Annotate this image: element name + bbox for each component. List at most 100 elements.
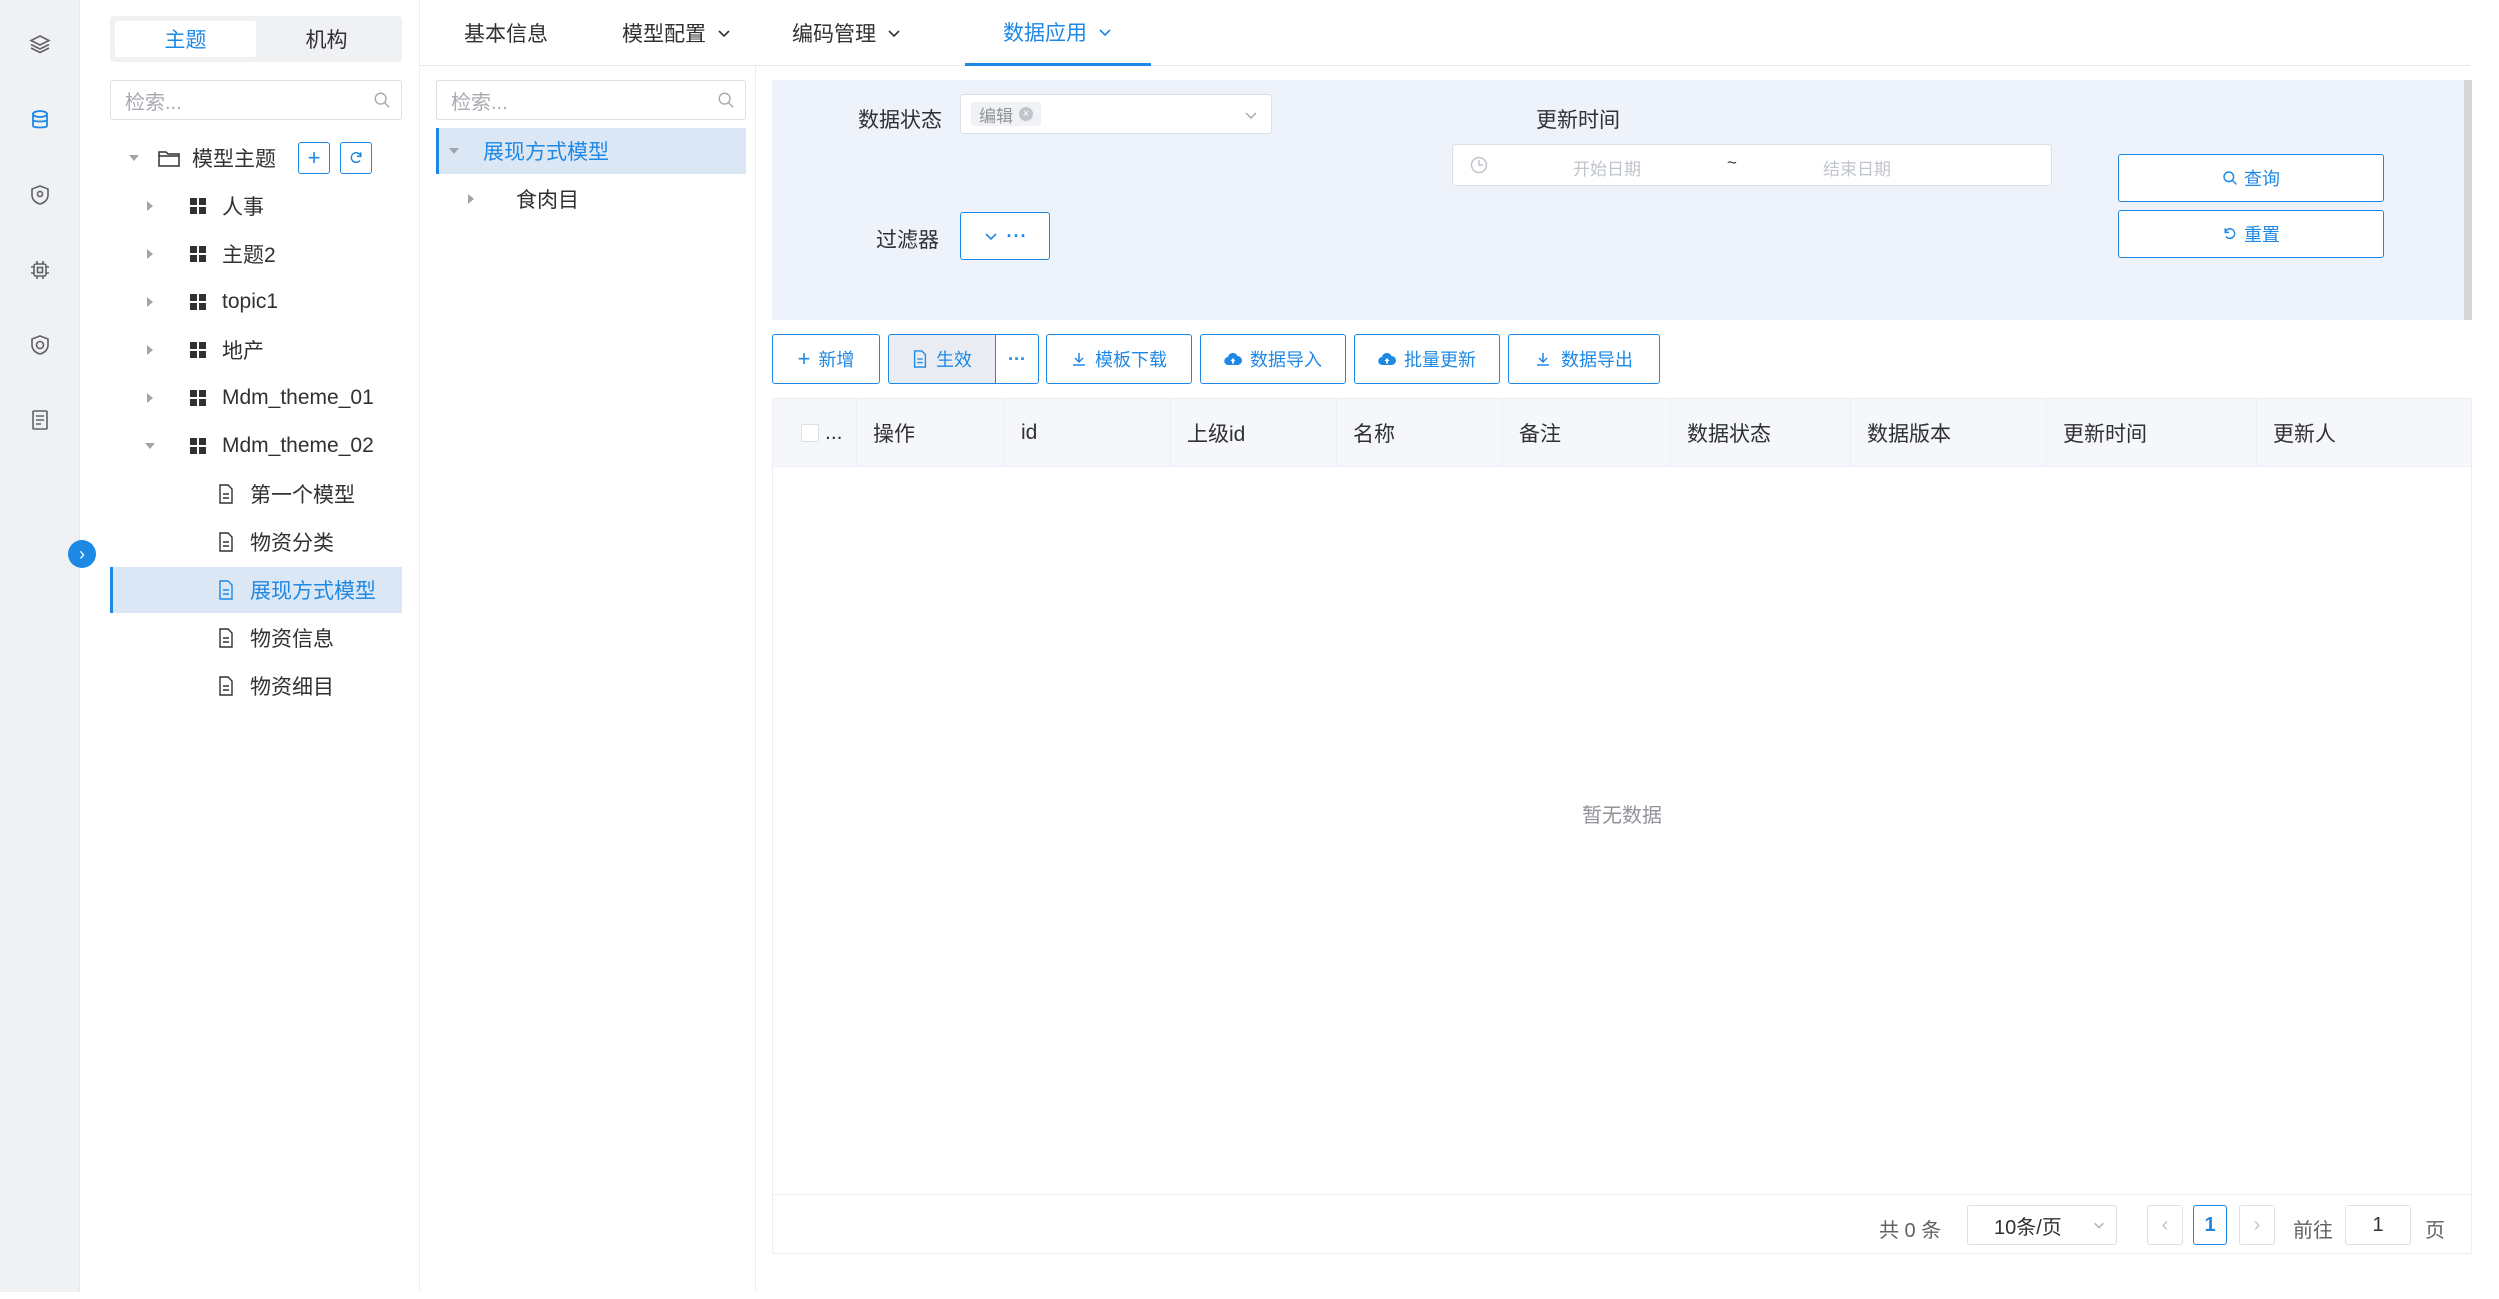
- tab-code-management[interactable]: 编码管理: [762, 0, 932, 66]
- tree-item-label: Mdm_theme_02: [222, 434, 374, 457]
- template-download-button[interactable]: 模板下载: [1046, 334, 1192, 384]
- total-count: 共 0 条: [1879, 1220, 1942, 1242]
- expand-panel-button[interactable]: ›: [68, 540, 96, 568]
- tree-item-theme[interactable]: Mdm_theme_01: [110, 375, 402, 421]
- search-placeholder: 检索...: [125, 91, 182, 114]
- caret-right-icon[interactable]: [147, 345, 153, 355]
- select-all-column[interactable]: ...: [773, 399, 857, 467]
- tree-item-theme[interactable]: 地产: [110, 327, 402, 373]
- prev-page-button[interactable]: ‹: [2147, 1205, 2183, 1245]
- security-icon[interactable]: [26, 331, 54, 359]
- tree-root-label: 模型主题: [192, 148, 276, 171]
- refresh-button[interactable]: [340, 142, 372, 174]
- tab-org[interactable]: 机构: [256, 21, 397, 57]
- column-header-update-time[interactable]: 更新时间: [2047, 399, 2257, 467]
- tree-item-model[interactable]: 物资细目: [110, 663, 402, 709]
- status-select[interactable]: 编辑 ×: [960, 94, 1272, 134]
- refresh-icon: [350, 152, 362, 164]
- data-import-button[interactable]: 数据导入: [1200, 334, 1346, 384]
- tab-basic-info[interactable]: 基本信息: [420, 0, 592, 66]
- goto-page-input[interactable]: 1: [2345, 1205, 2411, 1245]
- column-header-updater[interactable]: 更新人: [2257, 399, 2471, 467]
- tree-item-label: 展现方式模型: [250, 580, 376, 603]
- caret-right-icon[interactable]: [147, 393, 153, 403]
- top-tabs: 基本信息 模型配置 编码管理 数据应用: [420, 0, 2470, 66]
- reset-button[interactable]: 重置: [2118, 210, 2384, 258]
- record-tree-root[interactable]: 展现方式模型: [436, 128, 746, 174]
- add-theme-button[interactable]: +: [298, 142, 330, 174]
- record-root-label: 展现方式模型: [483, 141, 609, 164]
- chip-icon[interactable]: [26, 256, 54, 284]
- grid-icon: [190, 342, 206, 358]
- layers-icon[interactable]: [26, 30, 54, 58]
- caret-right-icon[interactable]: [147, 201, 153, 211]
- tree-item-label: 人事: [222, 196, 264, 219]
- caret-down-icon[interactable]: [145, 443, 155, 449]
- more-actions-button[interactable]: ···: [995, 334, 1039, 384]
- template-download-label: 模板下载: [1095, 350, 1167, 370]
- tree-item-model[interactable]: 物资分类: [110, 519, 402, 565]
- data-export-button[interactable]: 数据导出: [1508, 334, 1660, 384]
- tab-label: 基本信息: [464, 23, 548, 46]
- tab-data-application[interactable]: 数据应用: [965, 0, 1151, 66]
- column-header-parent-id[interactable]: 上级id: [1171, 399, 1337, 467]
- search-icon: [2223, 171, 2237, 185]
- next-page-button[interactable]: ›: [2239, 1205, 2275, 1245]
- chevron-down-icon: [984, 233, 997, 241]
- query-button[interactable]: 查询: [2118, 154, 2384, 202]
- document-list-icon[interactable]: [26, 406, 54, 434]
- chevron-down-icon: [2094, 1222, 2104, 1229]
- start-date-placeholder[interactable]: 开始日期: [1573, 155, 1641, 180]
- page-size-select[interactable]: 10条/页: [1967, 1205, 2117, 1245]
- tab-theme[interactable]: 主题: [115, 21, 256, 57]
- tree-item-model[interactable]: 第一个模型: [110, 471, 402, 517]
- filter-dropdown-button[interactable]: ···: [960, 212, 1050, 260]
- status-tag-label: 编辑: [979, 106, 1013, 126]
- column-header-name[interactable]: 名称: [1337, 399, 1503, 467]
- page-1-button[interactable]: 1: [2193, 1205, 2227, 1245]
- column-header-remark[interactable]: 备注: [1503, 399, 1671, 467]
- effect-button[interactable]: 生效: [888, 334, 996, 384]
- record-search-input[interactable]: 检索...: [436, 80, 746, 120]
- column-header-id[interactable]: id: [1005, 399, 1171, 467]
- pagination: 共 0 条 10条/页 ‹ 1 › 前往 1 页: [773, 1194, 2471, 1254]
- tree-item-model-selected[interactable]: 展现方式模型: [110, 567, 402, 613]
- tree-item-label: 主题2: [222, 244, 276, 267]
- tree-item-theme[interactable]: 主题2: [110, 231, 402, 277]
- page-size-value: 10条/页: [1994, 1216, 2062, 1239]
- end-date-placeholder[interactable]: 结束日期: [1823, 155, 1891, 180]
- update-time-label: 更新时间: [1536, 109, 1620, 132]
- search-icon: [718, 92, 734, 108]
- tree-item-theme[interactable]: Mdm_theme_02: [110, 423, 402, 469]
- theme-search-input[interactable]: 检索...: [110, 80, 402, 120]
- column-header-data-version[interactable]: 数据版本: [1851, 399, 2047, 467]
- query-label: 查询: [2244, 169, 2280, 189]
- tree-root-model-theme[interactable]: 模型主题 +: [110, 135, 402, 181]
- chevron-down-icon: [1099, 28, 1111, 36]
- tree-item-theme[interactable]: topic1: [110, 279, 402, 325]
- shield-icon[interactable]: [26, 181, 54, 209]
- add-button[interactable]: + 新增: [772, 334, 880, 384]
- column-header-data-status[interactable]: 数据状态: [1671, 399, 1851, 467]
- database-icon[interactable]: [26, 106, 54, 134]
- data-table: ... 操作 id 上级id 名称 备注 数据状态 数据版本 更新时间 更新人 …: [772, 398, 2472, 1254]
- caret-right-icon[interactable]: [468, 194, 474, 204]
- tag-close-icon[interactable]: ×: [1019, 107, 1033, 121]
- caret-down-icon[interactable]: [129, 155, 139, 161]
- tab-label: 编码管理: [792, 23, 876, 46]
- caret-down-icon[interactable]: [449, 148, 459, 154]
- batch-update-button[interactable]: 批量更新: [1354, 334, 1500, 384]
- record-tree-item[interactable]: 食肉目: [436, 176, 746, 222]
- document-icon: [219, 532, 233, 552]
- goto-label: 前往: [2293, 1220, 2333, 1242]
- select-all-checkbox[interactable]: [801, 424, 819, 442]
- tab-model-config[interactable]: 模型配置: [592, 0, 762, 66]
- caret-right-icon[interactable]: [147, 297, 153, 307]
- main-area: 基本信息 模型配置 编码管理 数据应用 检索... 展现方式模型 食肉目 数据状…: [420, 0, 2499, 1292]
- date-range-picker[interactable]: 开始日期 ~ 结束日期: [1452, 144, 2052, 186]
- chevron-down-icon: [888, 30, 900, 38]
- tree-item-model[interactable]: 物资信息: [110, 615, 402, 661]
- caret-right-icon[interactable]: [147, 249, 153, 259]
- tree-item-theme[interactable]: 人事: [110, 183, 402, 229]
- document-icon: [219, 484, 233, 504]
